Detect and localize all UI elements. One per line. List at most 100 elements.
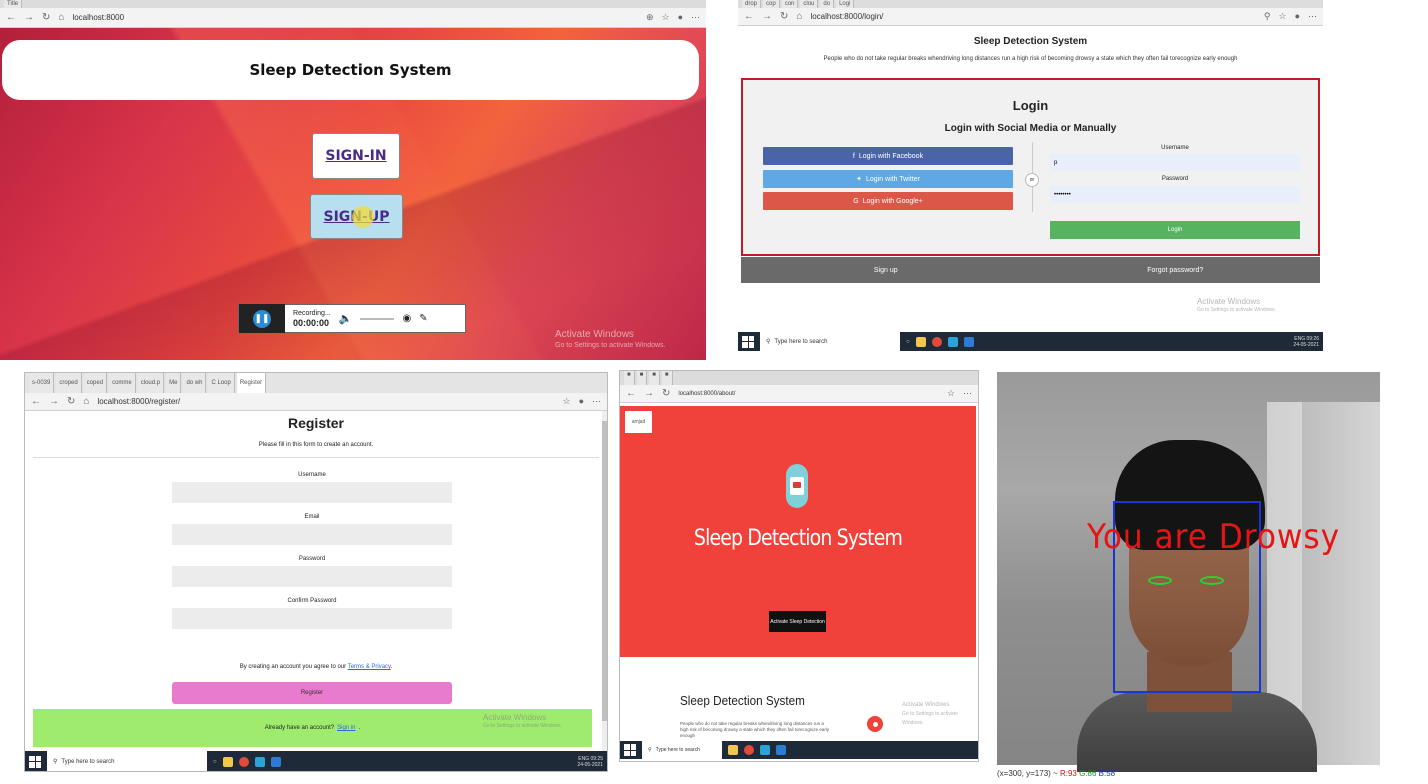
taskbar-search[interactable]: ⚲ Type here to search bbox=[760, 332, 900, 351]
zoom-icon[interactable]: ⊕ bbox=[646, 12, 654, 23]
vscode-icon[interactable] bbox=[963, 336, 974, 347]
browser-tab[interactable]: ■ bbox=[661, 371, 673, 385]
browser-tab[interactable]: Title bbox=[4, 0, 23, 8]
forgot-password-link[interactable]: Forgot password? bbox=[1031, 257, 1321, 283]
back-icon[interactable]: ← bbox=[6, 12, 16, 23]
browser-tab-active[interactable]: Register bbox=[236, 373, 267, 393]
site-logo[interactable]: amjad bbox=[625, 411, 652, 433]
pen-icon[interactable]: ✎ bbox=[419, 313, 427, 324]
menu-icon[interactable]: ⋯ bbox=[592, 396, 601, 407]
url-field[interactable]: localhost:8000/about/ bbox=[678, 391, 735, 397]
browser-tab[interactable]: cloud.p bbox=[137, 373, 165, 393]
edge-icon[interactable] bbox=[947, 336, 958, 347]
terms-link[interactable]: Terms & Privacy bbox=[348, 664, 391, 670]
login-form: Login Login with Social Media or Manuall… bbox=[741, 78, 1320, 256]
file-explorer-icon[interactable] bbox=[222, 756, 233, 767]
favorite-icon[interactable]: ☆ bbox=[562, 396, 570, 407]
back-icon[interactable]: ← bbox=[626, 388, 636, 399]
browser-tab[interactable]: ■ bbox=[649, 371, 660, 385]
system-tray[interactable]: ENG 09:26 24-05-2021 bbox=[1293, 336, 1319, 348]
reload-icon[interactable]: ↻ bbox=[780, 11, 788, 22]
back-icon[interactable]: ← bbox=[31, 396, 41, 407]
url-field[interactable]: localhost:8000/login/ bbox=[810, 12, 883, 21]
favorite-icon[interactable]: ☆ bbox=[947, 388, 955, 399]
favorite-icon[interactable]: ☆ bbox=[661, 12, 669, 23]
reload-icon[interactable]: ↻ bbox=[662, 388, 670, 399]
home-icon[interactable]: ⌂ bbox=[796, 11, 802, 22]
browser-tab[interactable]: s-0039 bbox=[29, 373, 55, 393]
url-field[interactable]: localhost:8000 bbox=[72, 13, 124, 22]
task-view-icon[interactable]: ○ bbox=[906, 339, 910, 345]
browser-tab[interactable]: Logi bbox=[836, 0, 855, 8]
reload-icon[interactable]: ↻ bbox=[67, 396, 75, 407]
register-button[interactable]: Register bbox=[172, 682, 452, 704]
profile-icon[interactable]: ● bbox=[678, 12, 683, 23]
facebook-login-button[interactable]: f Login with Facebook bbox=[763, 147, 1013, 165]
google-login-button[interactable]: G Login with Google+ bbox=[763, 192, 1013, 210]
windows-start-icon[interactable] bbox=[29, 755, 41, 768]
back-icon[interactable]: ← bbox=[744, 11, 754, 22]
browser-tab[interactable]: do wh bbox=[183, 373, 207, 393]
chrome-icon[interactable] bbox=[744, 745, 754, 755]
pause-button[interactable]: ❚❚ bbox=[239, 304, 285, 333]
twitter-login-button[interactable]: ✦ Login with Twitter bbox=[763, 170, 1013, 188]
chrome-icon[interactable] bbox=[931, 336, 942, 347]
forward-icon[interactable]: → bbox=[24, 12, 34, 23]
favorite-icon[interactable]: ☆ bbox=[1278, 11, 1286, 22]
signin-link[interactable]: Sign in bbox=[337, 725, 355, 731]
file-explorer-icon[interactable] bbox=[915, 336, 926, 347]
reload-icon[interactable]: ↻ bbox=[42, 12, 50, 23]
browser-tab[interactable]: comme bbox=[109, 373, 136, 393]
menu-icon[interactable]: ⋯ bbox=[691, 12, 700, 23]
edge-icon[interactable] bbox=[760, 745, 770, 755]
volume-slider[interactable] bbox=[360, 317, 395, 320]
webcam-icon[interactable]: ◉ bbox=[402, 313, 411, 324]
taskbar-search[interactable]: ⚲ Type here to search bbox=[47, 751, 207, 771]
url-field[interactable]: localhost:8000/register/ bbox=[97, 397, 180, 406]
profile-icon[interactable]: ● bbox=[579, 396, 584, 407]
password-field[interactable] bbox=[172, 566, 452, 587]
username-field[interactable] bbox=[172, 482, 452, 503]
profile-icon[interactable]: ● bbox=[1295, 11, 1300, 22]
system-tray[interactable]: ENG 09:25 24-05-2021 bbox=[577, 756, 603, 768]
username-field[interactable] bbox=[1050, 154, 1300, 171]
email-field[interactable] bbox=[172, 524, 452, 545]
signup-link[interactable]: Sign up bbox=[741, 257, 1031, 283]
browser-tab[interactable]: coped bbox=[83, 373, 108, 393]
task-view-icon[interactable]: ○ bbox=[213, 759, 217, 765]
forward-icon[interactable]: → bbox=[762, 11, 772, 22]
windows-start-icon[interactable] bbox=[742, 335, 754, 348]
confirm-password-field[interactable] bbox=[172, 608, 452, 629]
home-icon[interactable]: ⌂ bbox=[83, 396, 89, 407]
windows-start-icon[interactable] bbox=[624, 744, 636, 756]
taskbar-search[interactable]: ⚲ Type here to search bbox=[642, 741, 722, 759]
browser-tab[interactable]: croped bbox=[56, 373, 82, 393]
record-icon[interactable] bbox=[867, 716, 883, 732]
home-icon[interactable]: ⌂ bbox=[58, 12, 64, 23]
browser-tab[interactable]: cop bbox=[763, 0, 780, 8]
chrome-icon[interactable] bbox=[238, 756, 249, 767]
login-button[interactable]: Login bbox=[1050, 221, 1300, 239]
browser-tab[interactable]: clou bbox=[800, 0, 819, 8]
forward-icon[interactable]: → bbox=[49, 396, 59, 407]
browser-tab[interactable]: con bbox=[781, 0, 799, 8]
browser-tab[interactable]: do bbox=[820, 0, 835, 8]
edge-icon[interactable] bbox=[254, 756, 265, 767]
activate-sleep-detection-button[interactable]: Activate Sleep Detection bbox=[769, 611, 826, 632]
speaker-icon[interactable]: 🔈 bbox=[339, 312, 353, 325]
browser-tab[interactable]: ■ bbox=[624, 371, 635, 385]
vscode-icon[interactable] bbox=[270, 756, 281, 767]
browser-tab[interactable]: C Loop bbox=[208, 373, 235, 393]
password-field[interactable] bbox=[1050, 186, 1300, 203]
forward-icon[interactable]: → bbox=[644, 388, 654, 399]
signin-button[interactable]: SIGN-IN bbox=[312, 133, 400, 179]
browser-tab[interactable]: ■ bbox=[636, 371, 648, 385]
file-explorer-icon[interactable] bbox=[728, 745, 738, 755]
scrollbar[interactable] bbox=[602, 411, 607, 751]
vscode-icon[interactable] bbox=[776, 745, 786, 755]
menu-icon[interactable]: ⋯ bbox=[1308, 11, 1317, 22]
key-icon[interactable]: ⚲ bbox=[1264, 11, 1271, 22]
menu-icon[interactable]: ⋯ bbox=[963, 388, 972, 399]
browser-tab[interactable]: Me bbox=[166, 373, 182, 393]
browser-tab[interactable]: drop bbox=[742, 0, 762, 8]
